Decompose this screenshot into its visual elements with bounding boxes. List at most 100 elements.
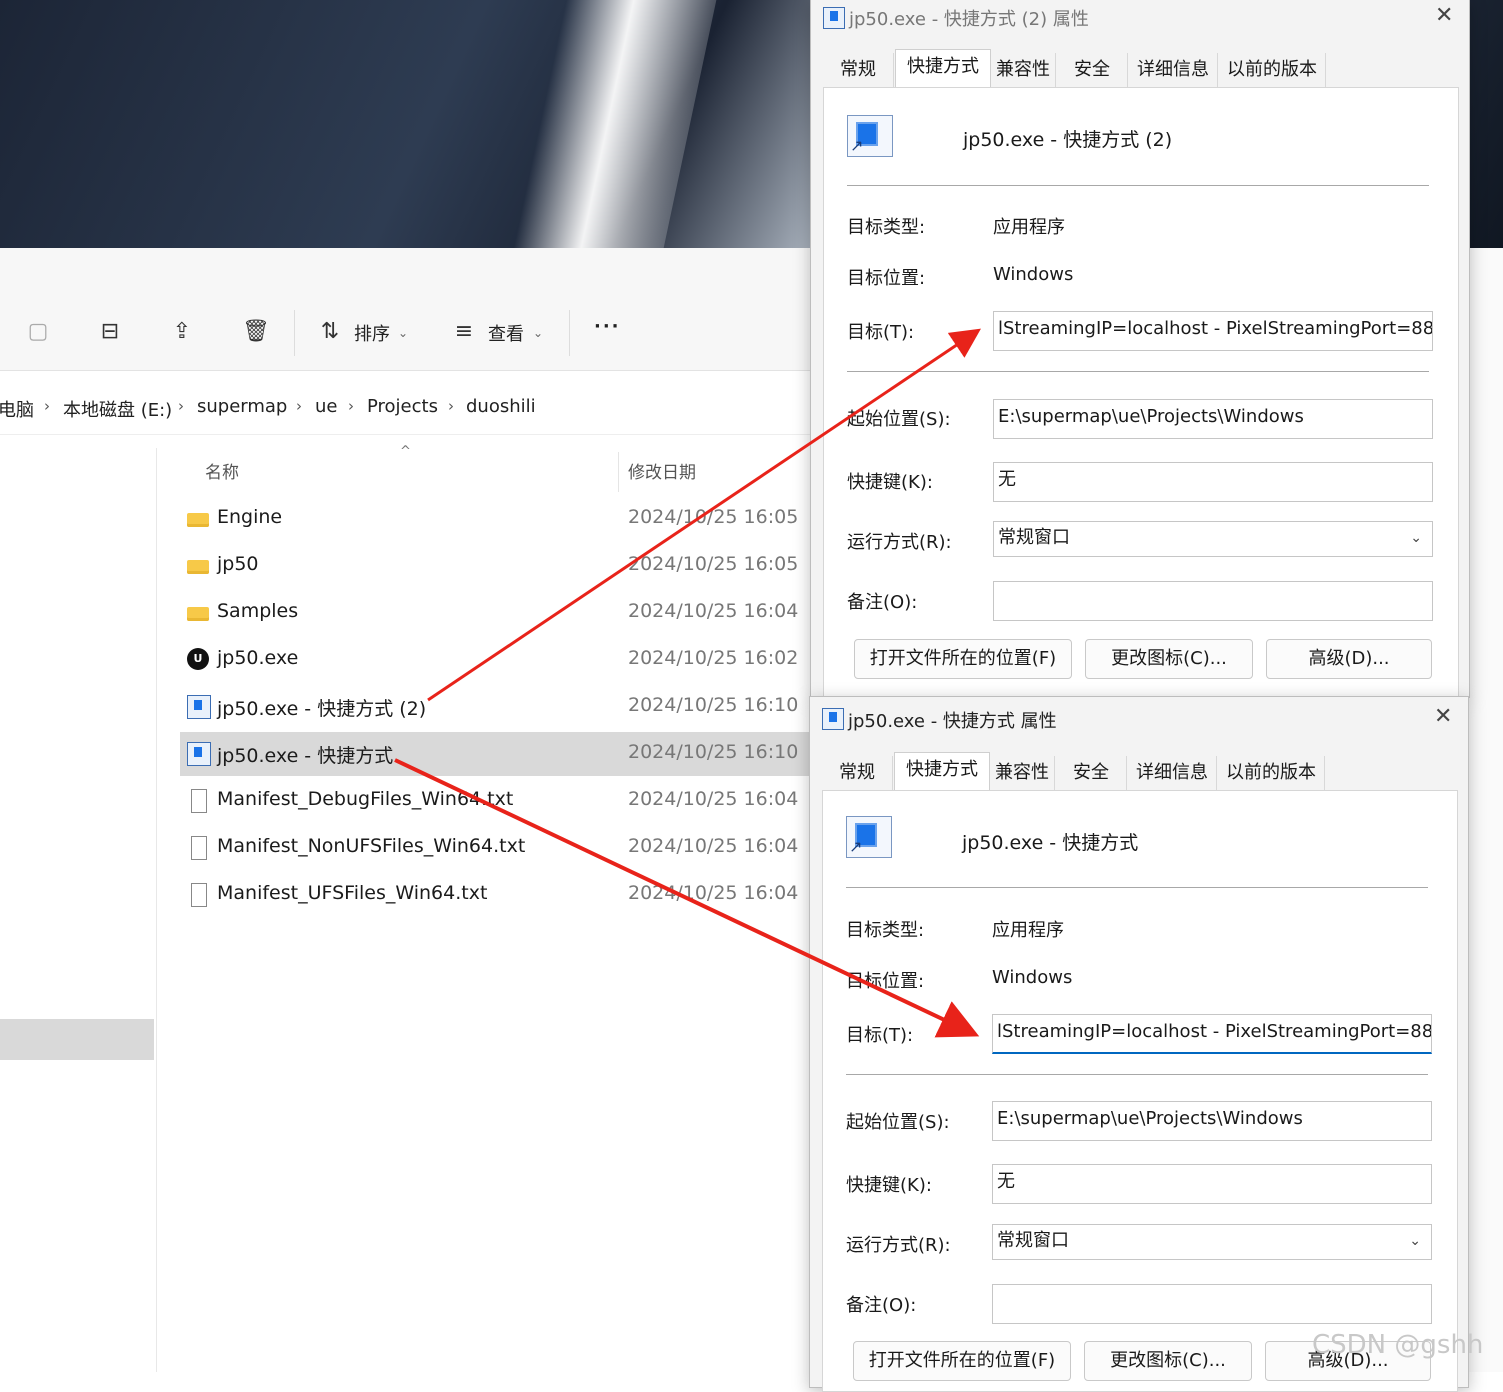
view-chevron-down-icon[interactable]: ⌄ — [533, 326, 543, 340]
breadcrumb-item[interactable]: supermap — [197, 396, 287, 417]
file-name: Manifest_NonUFSFiles_Win64.txt — [217, 835, 526, 857]
file-modified: 2024/10/25 16:02 — [628, 647, 799, 669]
text-file-icon — [191, 836, 207, 860]
more-options-button[interactable]: ··· — [594, 316, 621, 337]
target-label: 目标(T): — [846, 1025, 914, 1046]
comment-label: 备注(O): — [846, 1295, 917, 1316]
chevron-down-icon: ⌄ — [1410, 530, 1422, 546]
tab-shortcut[interactable]: 快捷方式 — [894, 752, 990, 791]
tab-details[interactable]: 详细信息 — [1129, 53, 1218, 87]
navigation-pane — [0, 448, 157, 1372]
comment-field[interactable] — [992, 1284, 1432, 1324]
hotkey-field[interactable]: 无 — [993, 462, 1433, 502]
tab-compatibility[interactable]: 兼容性 — [990, 756, 1055, 790]
tab-compatibility[interactable]: 兼容性 — [991, 53, 1056, 87]
comment-field[interactable] — [993, 581, 1433, 621]
properties-dialog-shortcut-2: jp50.exe - 快捷方式 (2) 属性 ✕ 常规 快捷方式 兼容性 安全 … — [810, 0, 1470, 701]
open-file-location-button[interactable]: 打开文件所在的位置(F) — [854, 639, 1072, 679]
file-row[interactable]: jp50.exe - 快捷方式 (2) 2024/10/25 16:10 — [180, 685, 820, 729]
target-field[interactable]: lStreamingIP=localhost - PixelStreamingP… — [992, 1014, 1432, 1054]
tab-general[interactable]: 常规 — [823, 53, 894, 87]
hotkey-label: 快捷键(K): — [847, 472, 933, 493]
open-file-location-button[interactable]: 打开文件所在的位置(F) — [853, 1341, 1071, 1381]
start-in-field[interactable]: E:\supermap\ue\Projects\Windows — [993, 399, 1433, 439]
tab-previous-versions[interactable]: 以前的版本 — [1219, 53, 1326, 87]
target-type-value: 应用程序 — [993, 217, 1065, 238]
file-name: jp50.exe - 快捷方式 — [217, 745, 394, 767]
breadcrumb-item[interactable]: Projects — [367, 396, 438, 417]
column-header-modified[interactable]: 修改日期 — [628, 458, 696, 483]
run-select-value: 常规窗口 — [997, 1230, 1069, 1251]
sort-icon[interactable]: ⇅ — [318, 320, 342, 344]
divider — [847, 371, 1429, 372]
rename-icon[interactable]: ⊟ — [98, 320, 122, 344]
breadcrumb-chevron-icon: › — [448, 397, 454, 415]
delete-icon[interactable]: 🗑 — [242, 320, 270, 344]
target-location-value: Windows — [992, 967, 1073, 988]
breadcrumb-chevron-icon: › — [178, 397, 184, 415]
shortcut-icon — [187, 742, 211, 766]
divider — [846, 887, 1428, 888]
run-label: 运行方式(R): — [846, 1235, 951, 1256]
breadcrumb-item[interactable]: 本地磁盘 (E:) — [63, 396, 172, 422]
file-row-selected[interactable]: jp50.exe - 快捷方式 2024/10/25 16:10 — [180, 732, 820, 776]
paste-icon[interactable]: ▢ — [26, 320, 50, 344]
file-row[interactable]: jp50 2024/10/25 16:05 — [180, 544, 820, 588]
divider — [846, 1074, 1428, 1075]
start-in-field[interactable]: E:\supermap\ue\Projects\Windows — [992, 1101, 1432, 1141]
tab-security[interactable]: 安全 — [1056, 756, 1127, 790]
file-row[interactable]: Samples 2024/10/25 16:04 — [180, 591, 820, 635]
share-icon[interactable]: ⇪ — [170, 320, 194, 344]
file-modified: 2024/10/25 16:04 — [628, 788, 799, 810]
tab-details[interactable]: 详细信息 — [1128, 756, 1217, 790]
change-icon-button[interactable]: 更改图标(C)... — [1085, 639, 1253, 679]
close-icon[interactable]: ✕ — [1434, 704, 1452, 729]
target-type-value: 应用程序 — [992, 920, 1064, 941]
run-label: 运行方式(R): — [847, 532, 952, 553]
target-location-value: Windows — [993, 264, 1074, 285]
wallpaper-light-beam — [513, 0, 717, 248]
breadcrumb-item-current[interactable]: duoshili — [466, 396, 536, 417]
file-name: Engine — [217, 506, 283, 528]
tab-security[interactable]: 安全 — [1057, 53, 1128, 87]
column-divider[interactable] — [618, 452, 619, 492]
tab-previous-versions[interactable]: 以前的版本 — [1218, 756, 1325, 790]
file-row[interactable]: U jp50.exe 2024/10/25 16:02 — [180, 638, 820, 682]
breadcrumb-item[interactable]: 电脑 — [0, 396, 34, 422]
file-modified: 2024/10/25 16:05 — [628, 553, 799, 575]
target-type-label: 目标类型: — [847, 217, 926, 238]
tab-general[interactable]: 常规 — [822, 756, 893, 790]
run-select[interactable]: 常规窗口 ⌄ — [992, 1224, 1432, 1260]
sort-ascending-icon: ^ — [400, 444, 411, 459]
change-icon-button[interactable]: 更改图标(C)... — [1084, 1341, 1252, 1381]
file-row[interactable]: Manifest_DebugFiles_Win64.txt 2024/10/25… — [180, 779, 820, 823]
hotkey-field[interactable]: 无 — [992, 1164, 1432, 1204]
file-name: Manifest_UFSFiles_Win64.txt — [217, 882, 488, 904]
file-row[interactable]: Manifest_UFSFiles_Win64.txt 2024/10/25 1… — [180, 873, 820, 917]
advanced-button[interactable]: 高级(D)... — [1266, 639, 1432, 679]
run-select[interactable]: 常规窗口 ⌄ — [993, 521, 1433, 557]
view-icon[interactable]: ≡ — [452, 320, 476, 344]
breadcrumb-item[interactable]: ue — [315, 396, 337, 417]
close-icon[interactable]: ✕ — [1435, 3, 1453, 28]
dialog-title: jp50.exe - 快捷方式 属性 — [848, 711, 1057, 732]
column-header-name[interactable]: 名称 — [205, 458, 239, 483]
sort-button[interactable]: 排序 — [354, 320, 390, 346]
toolbar-divider — [294, 310, 295, 356]
tab-shortcut[interactable]: 快捷方式 — [895, 49, 991, 88]
shortcut-large-icon — [847, 115, 893, 157]
folder-icon — [187, 560, 209, 574]
background-window-edge — [1468, 248, 1503, 1372]
file-row[interactable]: Engine 2024/10/25 16:05 — [180, 497, 820, 541]
target-field[interactable]: lStreamingIP=localhost - PixelStreamingP… — [993, 311, 1433, 351]
file-name: jp50.exe — [217, 647, 299, 669]
file-modified: 2024/10/25 16:04 — [628, 882, 799, 904]
folder-icon — [187, 513, 209, 527]
navigation-pane-selected-item[interactable] — [0, 1019, 154, 1060]
file-row[interactable]: Manifest_NonUFSFiles_Win64.txt 2024/10/2… — [180, 826, 820, 870]
sort-chevron-down-icon[interactable]: ⌄ — [398, 326, 408, 340]
shortcut-icon — [187, 695, 211, 719]
view-button[interactable]: 查看 — [488, 320, 524, 346]
file-name: jp50 — [217, 553, 259, 575]
properties-dialog-shortcut: jp50.exe - 快捷方式 属性 ✕ 常规 快捷方式 兼容性 安全 详细信息… — [809, 696, 1469, 1392]
